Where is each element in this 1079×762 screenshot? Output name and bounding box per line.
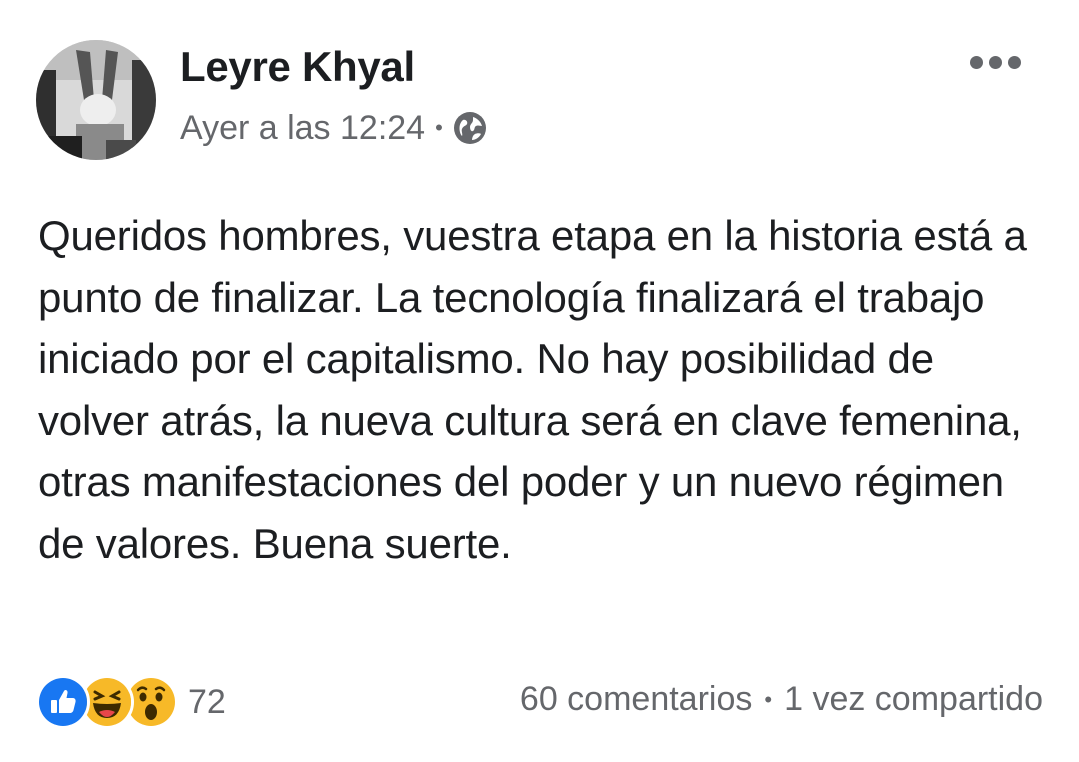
comments-link[interactable]: 60 comentarios bbox=[520, 680, 752, 719]
post-meta: Ayer a las 12:24 • bbox=[180, 108, 487, 148]
meta-separator: • bbox=[435, 115, 443, 140]
engagement-stats: 60 comentarios • 1 vez compartido bbox=[520, 680, 1043, 719]
avatar-image bbox=[36, 40, 156, 160]
more-options-icon[interactable] bbox=[966, 50, 1025, 75]
stats-separator: • bbox=[764, 686, 773, 712]
shares-link[interactable]: 1 vez compartido bbox=[784, 680, 1043, 719]
more-dot bbox=[970, 56, 983, 69]
post-text: Queridos hombres, vuestra etapa en la hi… bbox=[38, 212, 1027, 567]
more-dot bbox=[989, 56, 1002, 69]
author-name[interactable]: Leyre Khyal bbox=[180, 44, 415, 90]
reaction-count: 72 bbox=[188, 682, 226, 721]
reactions-summary[interactable]: 72 bbox=[36, 675, 226, 729]
avatar[interactable] bbox=[36, 40, 156, 160]
like-icon bbox=[36, 675, 90, 729]
post-timestamp[interactable]: Ayer a las 12:24 bbox=[180, 108, 425, 148]
facebook-post: Leyre Khyal Ayer a las 12:24 • Queridos … bbox=[0, 0, 1079, 762]
more-dot bbox=[1008, 56, 1021, 69]
globe-icon[interactable] bbox=[453, 111, 487, 145]
